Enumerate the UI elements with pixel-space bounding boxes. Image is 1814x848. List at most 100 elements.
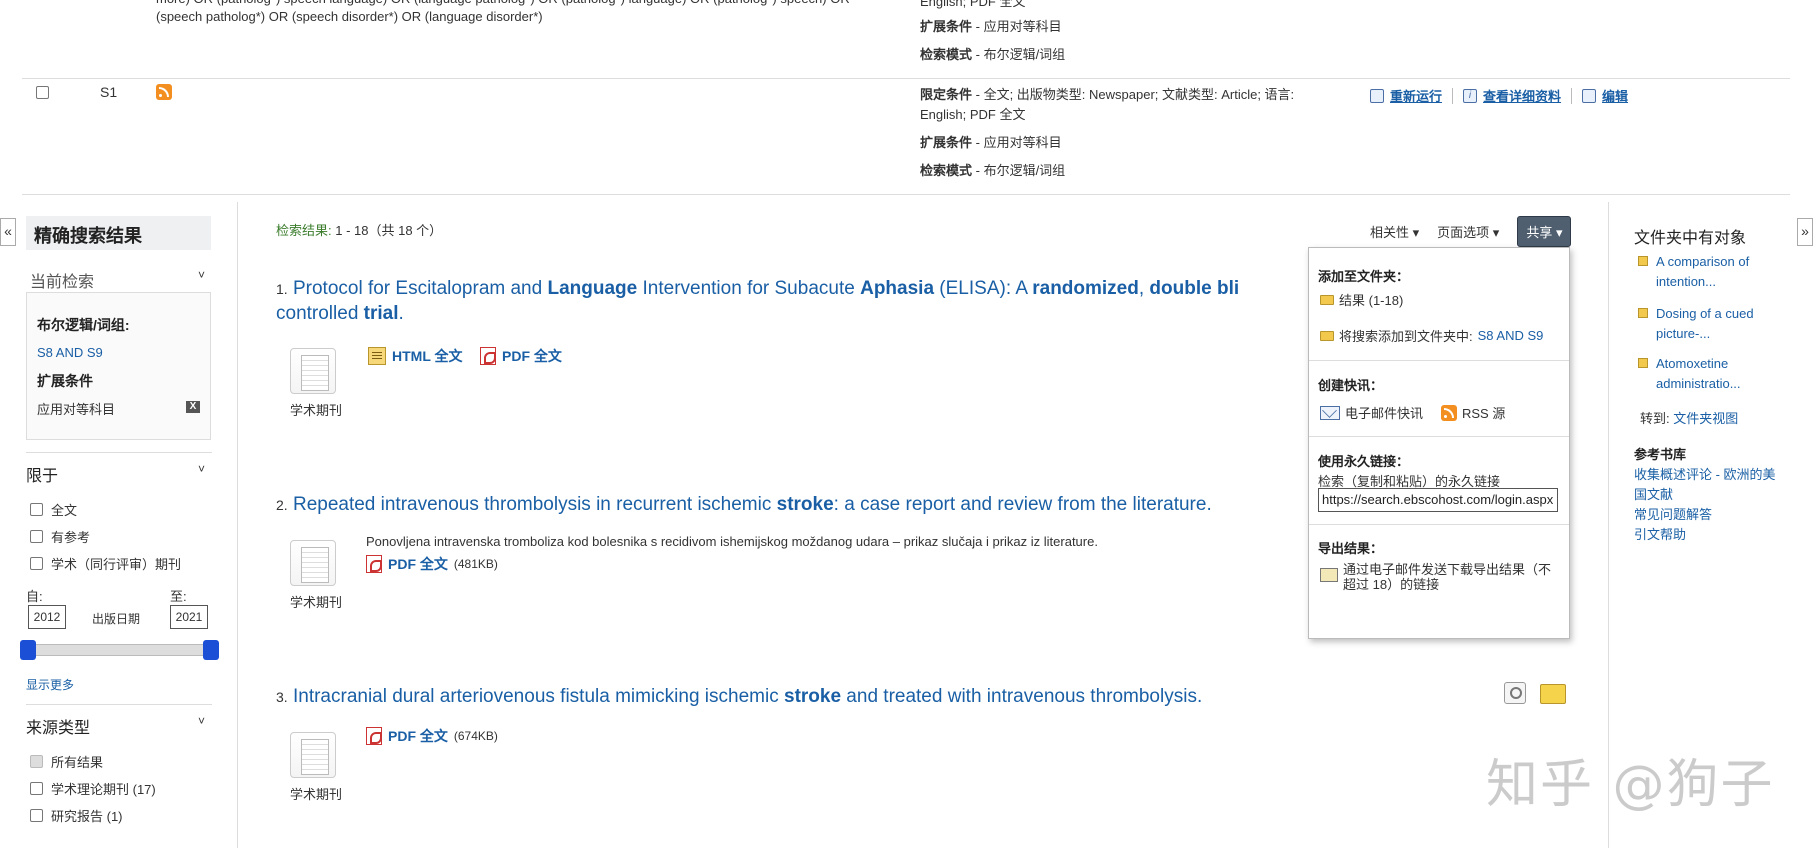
pdf-fulltext-link[interactable]: PDF 全文 (481KB) <box>366 554 498 574</box>
s1-actions: 重新运行 i 查看详细资料 编辑 <box>1370 86 1628 105</box>
alert-heading: 创建快讯： <box>1318 378 1384 393</box>
share-button[interactable]: 共享 ▾ <box>1517 216 1572 247</box>
folder-item[interactable]: Dosing of a cued picture-... <box>1638 304 1778 344</box>
folder-view-link[interactable]: 文件夹视图 <box>1673 411 1738 426</box>
academic-journal-icon <box>290 540 336 586</box>
s1-expanders: 扩展条件 - 应用对等科目 <box>920 135 1062 150</box>
bool-value-link[interactable]: S8 AND S9 <box>37 345 103 360</box>
expand-right-button[interactable]: » <box>1797 218 1813 246</box>
limit-peer-reviewed[interactable]: 学术（同行评审）期刊 <box>30 554 181 573</box>
history-expanders: 扩展条件 - 应用对等科目 <box>920 19 1062 34</box>
page-options-dropdown[interactable]: 页面选项 ▾ <box>1437 222 1499 241</box>
source-academic[interactable]: 学术理论期刊 (17) <box>30 779 156 798</box>
remove-expander-button[interactable]: X <box>186 401 200 413</box>
from-year-input[interactable]: 2012 <box>28 605 66 629</box>
result-1-title[interactable]: 1. Protocol for Escitalopram and Languag… <box>276 276 1316 302</box>
info-icon: i <box>1463 88 1478 103</box>
divider <box>22 78 1790 79</box>
doc-type-label: 学术期刊 <box>289 787 342 802</box>
edit-icon <box>1582 88 1597 103</box>
goto-folder: 转到: 文件夹视图 <box>1640 411 1739 426</box>
current-search-box: 布尔逻辑/词组: S8 AND S9 扩展条件 应用对等科目 X <box>26 292 211 440</box>
history-row-id: S1 <box>100 84 118 100</box>
add-folder-heading: 添加至文件夹： <box>1318 269 1410 284</box>
ref-link-collection[interactable]: 收集概述评论 - 欧洲的美国文献 <box>1634 465 1784 505</box>
academic-journal-icon <box>290 348 336 394</box>
html-fulltext-icon <box>368 347 386 365</box>
pdf-icon <box>366 727 382 745</box>
divider <box>22 194 1790 195</box>
source-all[interactable]: 所有结果 <box>30 752 103 771</box>
add-search-to-folder[interactable]: 将搜索添加到文件夹中: S8 AND S9 <box>1320 326 1543 345</box>
history-row-checkbox[interactable] <box>36 86 49 99</box>
relevance-dropdown[interactable]: 相关性 ▾ <box>1370 222 1419 241</box>
rss-icon[interactable] <box>156 84 172 100</box>
history-query: (speech patholog*) OR (speech disorder*)… <box>156 9 543 24</box>
s1-limiters: 限定条件 - 全文; 出版物类型: Newspaper; 文献类型: Artic… <box>920 87 1295 122</box>
limit-title[interactable]: 限于 <box>26 462 58 486</box>
to-year-input[interactable]: 2021 <box>170 605 208 629</box>
checkbox-checked[interactable] <box>30 755 43 768</box>
add-to-folder-icon[interactable] <box>1540 684 1566 704</box>
chevron-down-icon[interactable]: ˅ <box>198 268 205 282</box>
ref-link-citation-help[interactable]: 引文帮助 <box>1634 525 1686 545</box>
result-1-title-cont[interactable]: controlled trial. <box>276 301 404 327</box>
checkbox[interactable] <box>30 503 43 516</box>
expanders-label: 扩展条件 <box>37 373 93 389</box>
expanders-value: 应用对等科目 <box>37 402 116 417</box>
checkbox[interactable] <box>30 557 43 570</box>
from-label: 自: <box>26 589 43 604</box>
preview-icon[interactable] <box>1504 682 1526 704</box>
html-fulltext-link[interactable]: HTML 全文 <box>368 346 463 366</box>
source-type-title[interactable]: 来源类型 <box>26 714 90 738</box>
view-details-link[interactable]: 查看详细资料 <box>1483 86 1561 105</box>
search-history: more) OR (patholog*) speech language) OR… <box>0 0 1814 195</box>
doc-type-label: 学术期刊 <box>289 403 342 418</box>
export-email-link[interactable]: 通过电子邮件发送下载导出结果（不超过 18）的链接 <box>1320 562 1560 592</box>
rerun-icon <box>1370 88 1384 103</box>
folder-item[interactable]: A comparison of intention... <box>1638 252 1778 292</box>
rerun-link[interactable]: 重新运行 <box>1390 86 1442 105</box>
date-label: 出版日期 <box>92 612 141 626</box>
folder-item[interactable]: Atomoxetine administratio... <box>1638 354 1778 394</box>
chevron-down-icon[interactable]: ˅ <box>198 714 205 728</box>
email-alert-link[interactable]: 电子邮件快讯 <box>1320 403 1423 422</box>
collapse-sidebar-button[interactable]: « <box>0 218 16 246</box>
result-2-title[interactable]: 2. Repeated intravenous thrombolysis in … <box>276 492 1212 518</box>
separator <box>1452 87 1454 104</box>
folder-icon <box>1320 330 1334 341</box>
checkbox[interactable] <box>30 809 43 822</box>
s1-mode: 检索模式 - 布尔逻辑/词组 <box>920 163 1066 178</box>
dd-section-alerts: 创建快讯： 电子邮件快讯 RSS 源 <box>1309 361 1569 437</box>
date-slider[interactable] <box>26 644 212 656</box>
permalink-input[interactable]: https://search.ebscohost.com/login.aspx <box>1318 488 1558 512</box>
rss-feed-link[interactable]: RSS 源 <box>1441 403 1505 422</box>
permalink-heading: 使用永久链接： <box>1318 454 1410 469</box>
watermark: 知乎 @狗子 <box>1486 755 1775 815</box>
pdf-fulltext-link[interactable]: PDF 全文 (674KB) <box>366 726 498 746</box>
source-reports[interactable]: 研究报告 (1) <box>30 806 123 825</box>
show-more-link[interactable]: 显示更多 <box>26 676 74 693</box>
folder-item-icon <box>1638 358 1648 368</box>
result-2-abstract: Ponovljena intravenska tromboliza kod bo… <box>366 534 1098 549</box>
pdf-fulltext-link[interactable]: PDF 全文 <box>480 346 562 366</box>
divider <box>26 704 212 705</box>
divider <box>26 452 212 453</box>
refine-results-title: 精确搜索结果 <box>26 216 211 250</box>
add-results-to-folder[interactable]: 结果 (1-18) <box>1320 290 1403 309</box>
result-3-actions <box>1504 682 1566 704</box>
rss-icon <box>1441 404 1457 421</box>
slider-handle-start[interactable] <box>20 640 36 660</box>
edit-link[interactable]: 编辑 <box>1602 86 1628 105</box>
bool-label: 布尔逻辑/词组: <box>37 317 130 333</box>
current-search-title[interactable]: 当前检索 <box>30 268 94 292</box>
limit-references[interactable]: 有参考 <box>30 527 90 546</box>
checkbox[interactable] <box>30 782 43 795</box>
chevron-down-icon[interactable]: ˅ <box>198 462 205 476</box>
history-query-partial: more) OR (patholog*) speech language) OR… <box>156 0 876 8</box>
limit-fulltext[interactable]: 全文 <box>30 500 77 519</box>
result-3-title[interactable]: 3. Intracranial dural arteriovenous fist… <box>276 684 1202 710</box>
checkbox[interactable] <box>30 530 43 543</box>
slider-handle-end[interactable] <box>203 640 219 660</box>
ref-link-faq[interactable]: 常见问题解答 <box>1634 505 1712 525</box>
